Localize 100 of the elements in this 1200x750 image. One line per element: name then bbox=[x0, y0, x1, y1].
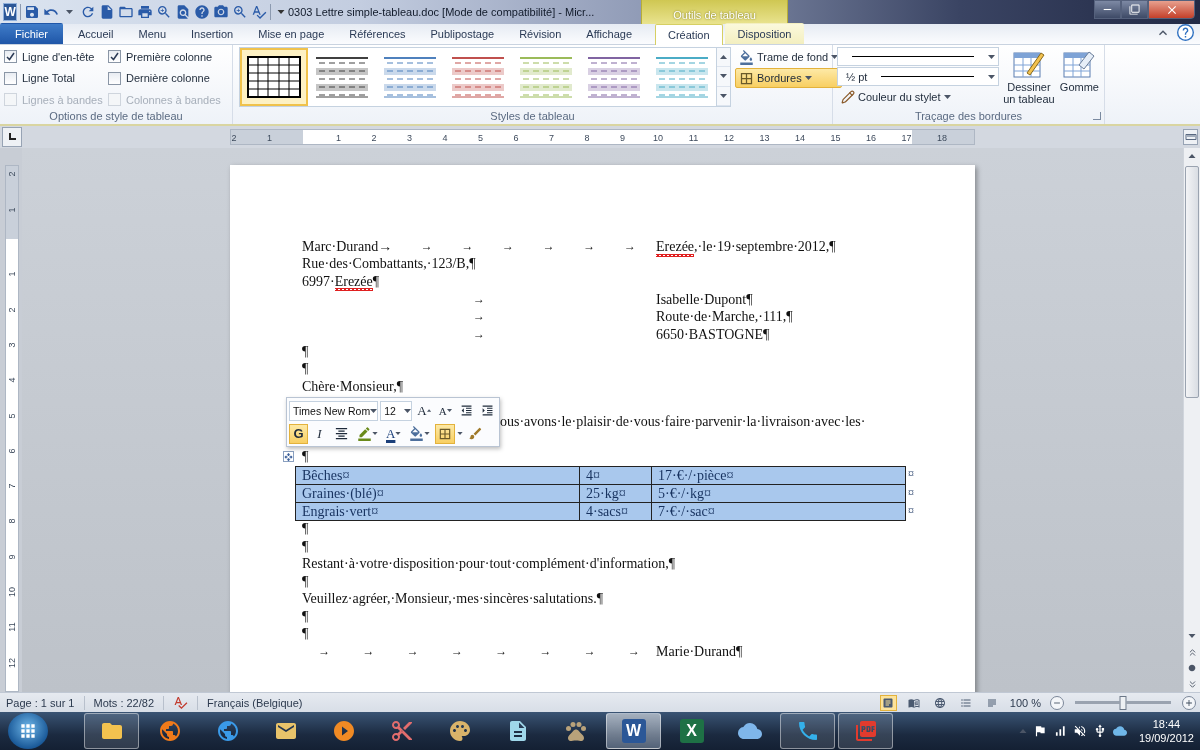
ruler-number: 2 bbox=[371, 133, 377, 143]
table-cell: 17·€·/·pièce¤ bbox=[651, 466, 907, 484]
taskbar-app-button[interactable] bbox=[780, 713, 835, 749]
line-style-dropdown[interactable] bbox=[837, 47, 999, 66]
ribbon-tab[interactable]: Affichage bbox=[576, 23, 642, 44]
ribbon-tab[interactable]: Disposition bbox=[724, 23, 805, 44]
paragraph-text: ¶ bbox=[302, 572, 309, 591]
paragraph-text: Isabelle·Dupont¶ bbox=[656, 290, 754, 309]
tab-mark: → bbox=[495, 643, 508, 660]
taskbar-app-button[interactable] bbox=[84, 713, 139, 749]
word-count[interactable]: Mots : 22/82 bbox=[93, 696, 155, 709]
ribbon-tab[interactable]: Révision bbox=[509, 23, 572, 44]
ribbon-tab[interactable]: Insertion bbox=[181, 23, 244, 44]
end-of-row-mark: ¤ bbox=[907, 465, 915, 483]
caret-icon bbox=[276, 10, 285, 14]
restore-button[interactable] bbox=[1121, 0, 1148, 19]
borders-button[interactable]: Bordures bbox=[735, 68, 843, 88]
ruler-number: 3 bbox=[7, 342, 17, 348]
paragraph-mark: ¶ bbox=[302, 447, 309, 466]
caret-icon bbox=[372, 432, 378, 435]
scroll-up-button[interactable] bbox=[717, 48, 730, 68]
caret-icon bbox=[424, 432, 431, 435]
caret-icon[interactable] bbox=[457, 432, 464, 435]
tab-mark: → bbox=[450, 643, 463, 660]
toolbar-button[interactable] bbox=[193, 2, 210, 22]
ribbon-tab[interactable]: Menu bbox=[128, 23, 176, 44]
zoom-level[interactable]: 100 % bbox=[1009, 696, 1041, 709]
ribbon-tab[interactable]: Création bbox=[655, 24, 723, 45]
taskbar-app-button[interactable] bbox=[838, 713, 893, 749]
checkbox[interactable] bbox=[108, 71, 121, 85]
bold-button[interactable]: G bbox=[289, 423, 308, 444]
ribbon-tab[interactable]: Publipostage bbox=[420, 23, 505, 44]
taskbar-app-button[interactable]: X bbox=[664, 713, 719, 749]
tab-mark: → bbox=[542, 238, 555, 255]
spellcheck-icon bbox=[250, 4, 267, 20]
draw-table-button[interactable]: Dessiner un tableau bbox=[1003, 47, 1055, 109]
close-button[interactable] bbox=[1148, 0, 1195, 19]
taskbar-app-button[interactable]: W bbox=[606, 713, 661, 749]
eraser-button[interactable]: Gomme bbox=[1058, 47, 1100, 109]
italic-button[interactable]: I bbox=[310, 423, 329, 444]
app-letter-tile: X bbox=[679, 719, 704, 743]
checkbox-label[interactable]: Première colonne bbox=[126, 50, 213, 63]
cloud-icon[interactable] bbox=[1112, 724, 1127, 738]
table-move-handle[interactable] bbox=[283, 451, 294, 463]
globe-icon bbox=[215, 719, 240, 743]
zoom-out-button[interactable] bbox=[1050, 695, 1064, 710]
scrollbar-thumb[interactable] bbox=[1185, 166, 1199, 398]
scroll-down-button[interactable] bbox=[717, 67, 730, 87]
ruler-number: 5 bbox=[478, 133, 483, 143]
paragraph-text: ¶ bbox=[302, 537, 309, 556]
shading-button[interactable]: Trame de fond bbox=[735, 47, 843, 67]
borders-button[interactable] bbox=[435, 423, 456, 444]
volume-muted-icon[interactable] bbox=[1072, 724, 1087, 738]
window-title: 0303 Lettre simple-tableau.doc [Mode de compatibilité] - Micr... bbox=[288, 5, 596, 20]
brush-icon bbox=[468, 426, 484, 441]
zoom-in-button[interactable] bbox=[1182, 695, 1196, 710]
dialog-launcher-icon[interactable] bbox=[1093, 112, 1101, 120]
clock[interactable]: 18:44 19/09/2012 bbox=[1138, 717, 1194, 745]
paint-bucket-icon bbox=[409, 426, 425, 441]
checkbox-label[interactable]: Dernière colonne bbox=[126, 72, 210, 85]
ribbon-tab[interactable]: Références bbox=[339, 23, 416, 44]
font-color-button[interactable]: A bbox=[383, 423, 405, 444]
checkbox[interactable] bbox=[4, 50, 17, 63]
view-icon bbox=[882, 696, 895, 709]
ruler-number: 17 bbox=[901, 133, 912, 143]
table-cell-text: Engrais·vert¤ bbox=[301, 502, 380, 520]
shrink-font-button[interactable]: A bbox=[435, 400, 455, 421]
ribbon-tab[interactable]: Accueil bbox=[68, 23, 124, 44]
pen-color-button[interactable]: Couleur du stylet bbox=[837, 87, 999, 107]
view-ruler-button[interactable] bbox=[1183, 129, 1198, 145]
grow-font-button[interactable]: A bbox=[414, 400, 434, 421]
font-name-field[interactable]: Times New Rom bbox=[289, 400, 379, 421]
app-logo[interactable]: W bbox=[3, 3, 18, 21]
checkbox-label[interactable]: Ligne Total bbox=[22, 72, 75, 85]
font-size-field[interactable]: 12 bbox=[380, 400, 413, 421]
caret-icon bbox=[370, 408, 378, 413]
page-count[interactable]: Page : 1 sur 1 bbox=[6, 696, 75, 709]
paragraph-text: ¶ bbox=[302, 607, 309, 626]
checkbox-label[interactable]: Ligne d'en-tête bbox=[22, 50, 95, 63]
line-weight-dropdown[interactable]: ½ pt bbox=[837, 67, 999, 86]
tab-selector-button[interactable] bbox=[2, 127, 22, 147]
help-icon[interactable] bbox=[1177, 24, 1194, 41]
spellcheck-icon[interactable] bbox=[173, 695, 189, 710]
ribbon-tab[interactable]: Fichier bbox=[0, 23, 63, 44]
ruler-number: 2 bbox=[7, 171, 17, 177]
ruler-number: 13 bbox=[759, 133, 770, 143]
start-button[interactable] bbox=[8, 713, 48, 749]
ribbon-tab[interactable]: Mise en page bbox=[248, 23, 335, 44]
tab-mark: → bbox=[362, 643, 375, 660]
tab-mark: → bbox=[623, 238, 636, 255]
table-style-thumbnail[interactable] bbox=[240, 48, 308, 106]
zoom-slider-thumb[interactable] bbox=[1119, 695, 1127, 710]
checkbox[interactable] bbox=[108, 50, 121, 63]
checkbox[interactable] bbox=[4, 71, 17, 85]
view-button[interactable] bbox=[879, 694, 897, 711]
ruler-number: 16 bbox=[866, 133, 876, 143]
caret-icon bbox=[395, 432, 402, 435]
language-status[interactable]: Français (Belgique) bbox=[207, 696, 303, 709]
ruler-number: 5 bbox=[7, 413, 17, 418]
table-cell: 7·€·/·sac¤ bbox=[651, 502, 907, 520]
